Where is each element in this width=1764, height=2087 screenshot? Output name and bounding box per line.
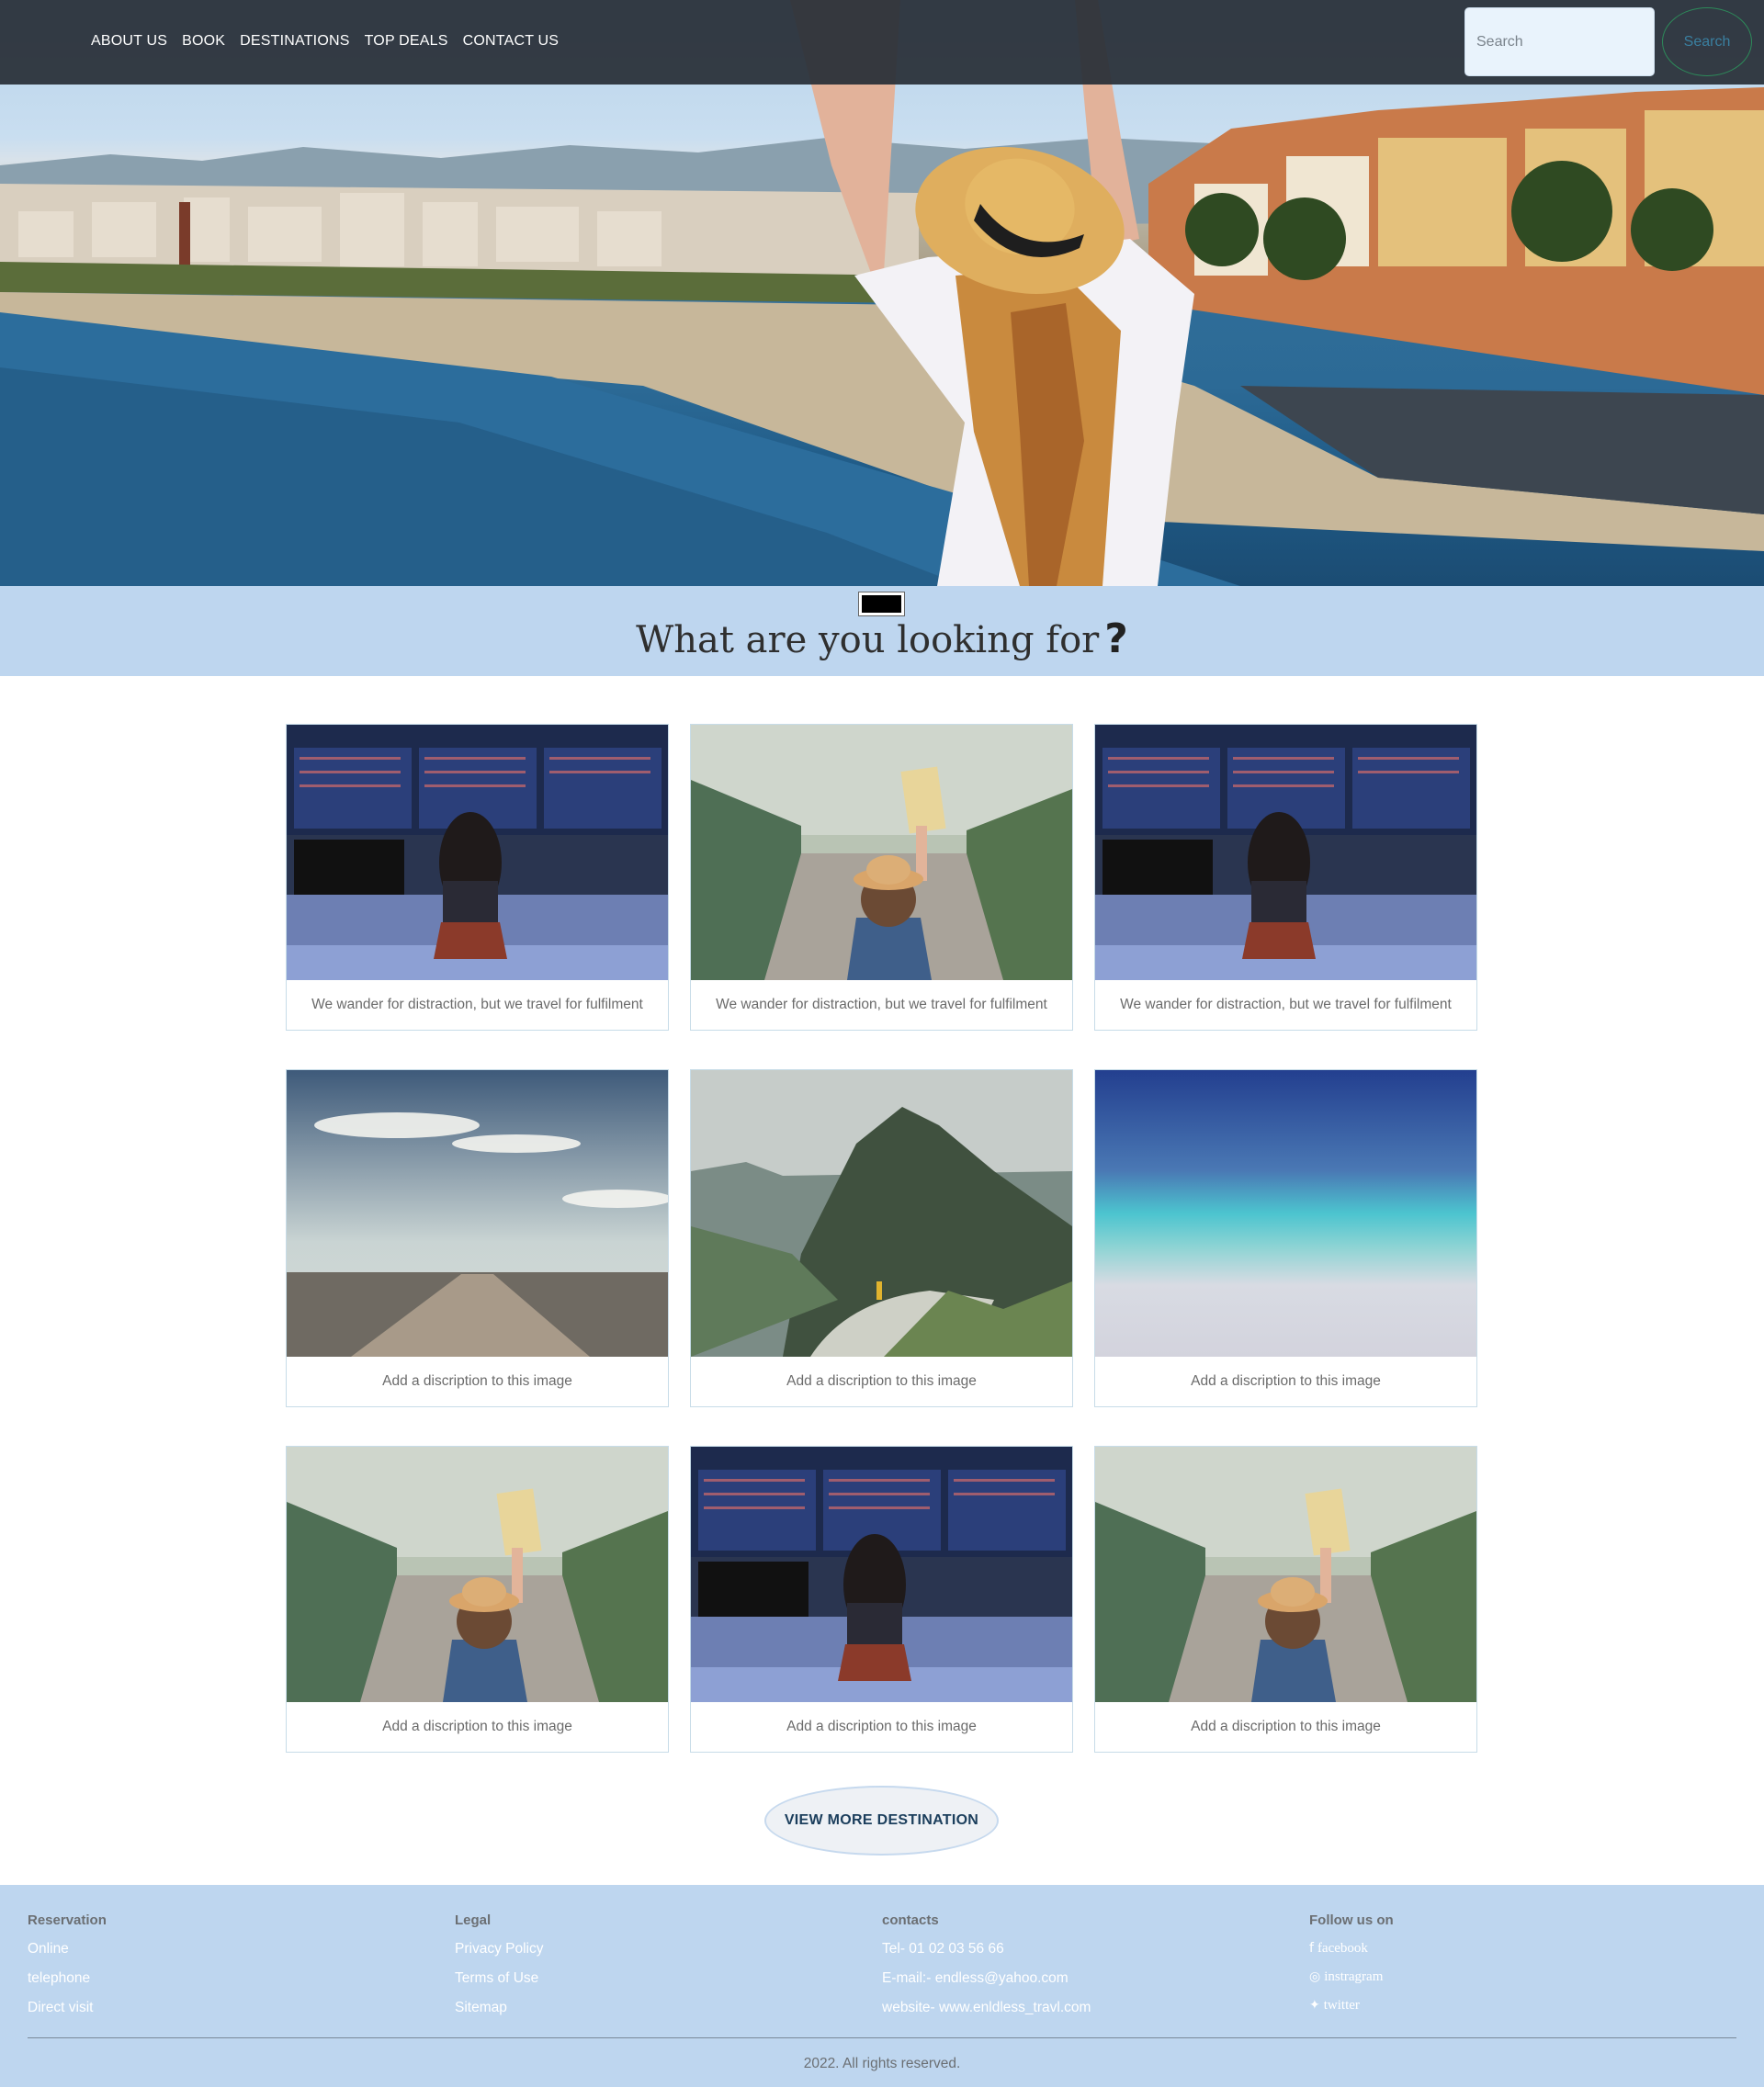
nav-contact-us[interactable]: CONTACT US [463,33,560,50]
footer-social-twitter[interactable]: ✦ twitter [1309,1998,1394,2014]
nav-links: ABOUT US BOOK DESTINATIONS TOP DEALS CON… [91,33,559,50]
facebook-icon: f [1309,1941,1314,1956]
footer-phone[interactable]: Tel- 01 02 03 56 66 [882,1941,1091,1957]
footer-reservation: Reservation Online telephone Direct visi… [28,1912,107,2029]
footer-heading: Reservation [28,1912,107,1928]
search-input[interactable] [1464,7,1655,76]
card-image [287,725,668,980]
footer-legal: Legal Privacy Policy Terms of Use Sitema… [455,1912,543,2029]
card-image [1095,1447,1476,1702]
card-caption: We wander for distraction, but we travel… [1120,997,1452,1012]
card-caption: Add a discription to this image [786,1719,977,1734]
card-image [691,725,1072,980]
destination-card[interactable]: We wander for distraction, but we travel… [1094,724,1477,1031]
card-image [287,1447,668,1702]
footer: Reservation Online telephone Direct visi… [0,1885,1764,2087]
social-label: instragram [1324,1969,1384,1984]
nav-book[interactable]: BOOK [182,33,225,50]
destination-card[interactable]: We wander for distraction, but we travel… [286,724,669,1031]
card-caption: Add a discription to this image [1191,1719,1381,1734]
view-more-destination-button[interactable]: VIEW MORE DESTINATION [764,1786,999,1856]
destination-card[interactable]: Add a discription to this image [690,1069,1073,1407]
footer-link-privacy-policy[interactable]: Privacy Policy [455,1941,543,1957]
footer-contacts: contacts Tel- 01 02 03 56 66 E-mail:- en… [882,1912,1091,2029]
card-image [1095,725,1476,980]
destination-card[interactable]: Add a discription to this image [1094,1446,1477,1753]
footer-heading: Follow us on [1309,1912,1394,1928]
footer-copyright: 2022. All rights reserved. [803,2056,961,2071]
hero-banner [0,0,1764,586]
footer-link-direct-visit[interactable]: Direct visit [28,2000,107,2016]
hero-image [0,0,1764,586]
card-caption: Add a discription to this image [786,1373,977,1389]
destination-card[interactable]: Add a discription to this image [286,1446,669,1753]
destination-card[interactable]: Add a discription to this image [1094,1069,1477,1407]
carousel-indicator[interactable] [858,592,905,616]
card-image [287,1070,668,1357]
destination-card[interactable]: Add a discription to this image [286,1069,669,1407]
card-image [1095,1070,1476,1357]
card-caption: We wander for distraction, but we travel… [716,997,1047,1012]
social-label: twitter [1323,1998,1360,2013]
card-caption: We wander for distraction, but we travel… [311,997,643,1012]
card-caption: Add a discription to this image [1191,1373,1381,1389]
footer-link-sitemap[interactable]: Sitemap [455,2000,543,2016]
twitter-icon: ✦ [1309,1998,1320,2013]
social-label: facebook [1317,1941,1368,1956]
nav-destinations[interactable]: DESTINATIONS [240,33,349,50]
footer-link-terms-of-use[interactable]: Terms of Use [455,1970,543,1987]
section-headline: What are you looking for? [0,615,1764,662]
nav-top-deals[interactable]: TOP DEALS [365,33,448,50]
card-caption: Add a discription to this image [382,1719,572,1734]
destination-card[interactable]: Add a discription to this image [690,1446,1073,1753]
instagram-icon: ◎ [1309,1969,1321,1984]
question-mark-icon: ? [1104,615,1128,662]
footer-website[interactable]: website- www.enldless_travl.com [882,2000,1091,2016]
card-image [691,1447,1072,1702]
footer-link-online[interactable]: Online [28,1941,107,1957]
headline-text: What are you looking for [636,619,1100,661]
search-button[interactable]: Search [1662,7,1752,76]
card-image [691,1070,1072,1357]
destination-card[interactable]: We wander for distraction, but we travel… [690,724,1073,1031]
card-caption: Add a discription to this image [382,1373,572,1389]
footer-link-telephone[interactable]: telephone [28,1970,107,1987]
footer-heading: contacts [882,1912,939,1928]
footer-email[interactable]: E-mail:- endless@yahoo.com [882,1970,1091,1987]
footer-divider [28,2037,1736,2038]
footer-social-facebook[interactable]: f facebook [1309,1941,1394,1957]
footer-follow: Follow us on f facebook ◎ instragram ✦ twit… [1309,1912,1394,2026]
footer-social-instagram[interactable]: ◎ instragram [1309,1969,1394,1985]
top-navbar: ABOUT US BOOK DESTINATIONS TOP DEALS CON… [0,0,1764,85]
nav-about-us[interactable]: ABOUT US [91,33,167,50]
footer-heading: Legal [455,1912,492,1928]
